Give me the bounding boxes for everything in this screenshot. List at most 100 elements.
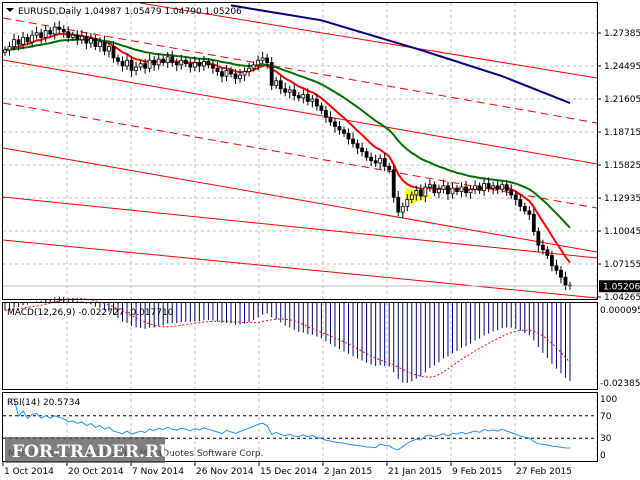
candle-body: [143, 63, 148, 69]
candle-body: [418, 190, 423, 197]
trend-line: [2, 102, 598, 209]
candle-body: [116, 57, 120, 62]
candle-body: [355, 143, 360, 149]
rsi-label: RSI(14) 20.5734: [7, 398, 80, 408]
candle-body: [52, 26, 57, 35]
date-tick-label: 26 Nov 2014: [196, 467, 254, 477]
rsi-tick-label: 70: [600, 412, 612, 422]
candle-body: [314, 98, 319, 107]
candle-body: [391, 169, 396, 198]
date-tick-label: 1 Oct 2014: [4, 467, 54, 477]
price-tick-label: 1.12935: [604, 194, 640, 204]
candle-body: [75, 34, 80, 41]
candle-body: [170, 56, 175, 63]
price-tick-label: 1.10045: [604, 227, 640, 237]
candle-body: [197, 62, 202, 67]
candle-body: [387, 166, 392, 171]
candle-body: [351, 138, 355, 144]
macd-tick-label: -0.023859: [600, 379, 640, 389]
candle-body: [79, 35, 84, 41]
candle-body: [427, 184, 432, 188]
chart-window: 1.27385 1.24495 1.21605 1.18715 1.15825 1.129…: [0, 0, 640, 480]
candle-body: [70, 34, 75, 38]
candle-body: [174, 62, 179, 66]
trend-line: [2, 147, 598, 253]
candle-body: [536, 231, 541, 246]
candle-body: [61, 29, 66, 33]
candle-body: [25, 36, 30, 43]
rsi-tick-label: 30: [600, 434, 612, 444]
price-tick-label: 1.04265: [604, 293, 640, 303]
bid-price-label: 1.05206: [603, 282, 640, 292]
candle-body: [414, 190, 419, 196]
candle-body: [229, 70, 233, 75]
macd-label: MACD(12,26,9) -0.022727 -0.017710: [7, 308, 174, 318]
candle-body: [486, 183, 491, 189]
candle-body: [211, 64, 215, 69]
candle-body: [215, 67, 220, 73]
candle-body: [477, 185, 482, 191]
candle-body: [120, 60, 125, 67]
grid: [3, 3, 598, 462]
candle-body: [183, 59, 188, 65]
candle-body: [545, 249, 550, 256]
date-tick-label: 27 Feb 2015: [516, 467, 572, 477]
candle-body: [256, 59, 261, 66]
candle-body: [188, 63, 193, 68]
watermark: FOR-TRADER.RU: [5, 437, 174, 463]
candle-body: [319, 105, 324, 111]
candle-body: [373, 160, 378, 164]
candle-body: [473, 185, 477, 190]
candle-body: [455, 187, 459, 192]
candle-body: [482, 183, 487, 191]
candle-body: [88, 38, 93, 44]
candle-body: [138, 63, 143, 68]
candle-body: [84, 35, 89, 44]
candle-body: [441, 185, 446, 190]
candle-body: [283, 88, 288, 93]
main-panel-frame: [2, 2, 598, 300]
candle-body: [93, 38, 98, 47]
candle-body: [531, 213, 536, 232]
candle-body: [134, 66, 138, 71]
candle-body: [559, 269, 563, 278]
candle-body: [337, 126, 342, 131]
moving-averages: [4, 4, 571, 264]
candle-body: [179, 59, 184, 66]
candle-body: [287, 89, 292, 93]
candle-body: [500, 184, 505, 190]
dropdown-triangle-icon[interactable]: [6, 8, 14, 12]
candle-body: [48, 30, 53, 35]
candle-body: [147, 59, 152, 69]
candle-body: [16, 39, 21, 45]
candle-body: [125, 59, 129, 67]
rsi-tick-label: 100: [600, 395, 617, 405]
trend-channel-lines[interactable]: [2, 2, 598, 299]
macd-tick-label: 0.000095: [600, 306, 640, 316]
price-tick-label: 1.21605: [604, 95, 640, 105]
candle-body: [305, 94, 310, 102]
candle-body: [491, 185, 496, 189]
candle-body: [265, 57, 270, 63]
svg-text:FOR-TRADER.RU: FOR-TRADER.RU: [12, 442, 174, 462]
candle-body: [7, 46, 12, 51]
date-tick-label: 7 Nov 2014: [132, 467, 184, 477]
candle-body: [346, 132, 351, 140]
candle-body: [301, 94, 306, 99]
mid-ma-line: [4, 38, 571, 229]
candle-body: [432, 184, 437, 194]
candle-body: [260, 57, 265, 61]
candle-body: [495, 185, 500, 190]
candle-body: [405, 199, 410, 207]
candle-body: [224, 70, 229, 77]
candle-body: [409, 194, 414, 200]
candle-body: [238, 74, 242, 79]
candle-body: [324, 110, 328, 118]
price-chart[interactable]: 1.27385 1.24495 1.21605 1.18715 1.15825 1.129…: [0, 0, 640, 480]
candle-body: [459, 186, 464, 192]
price-tick-label: 1.18715: [604, 128, 640, 138]
candle-body: [102, 41, 107, 52]
date-tick-label: 15 Dec 2014: [260, 467, 318, 477]
candle-body: [437, 188, 441, 194]
candle-body: [563, 276, 568, 286]
